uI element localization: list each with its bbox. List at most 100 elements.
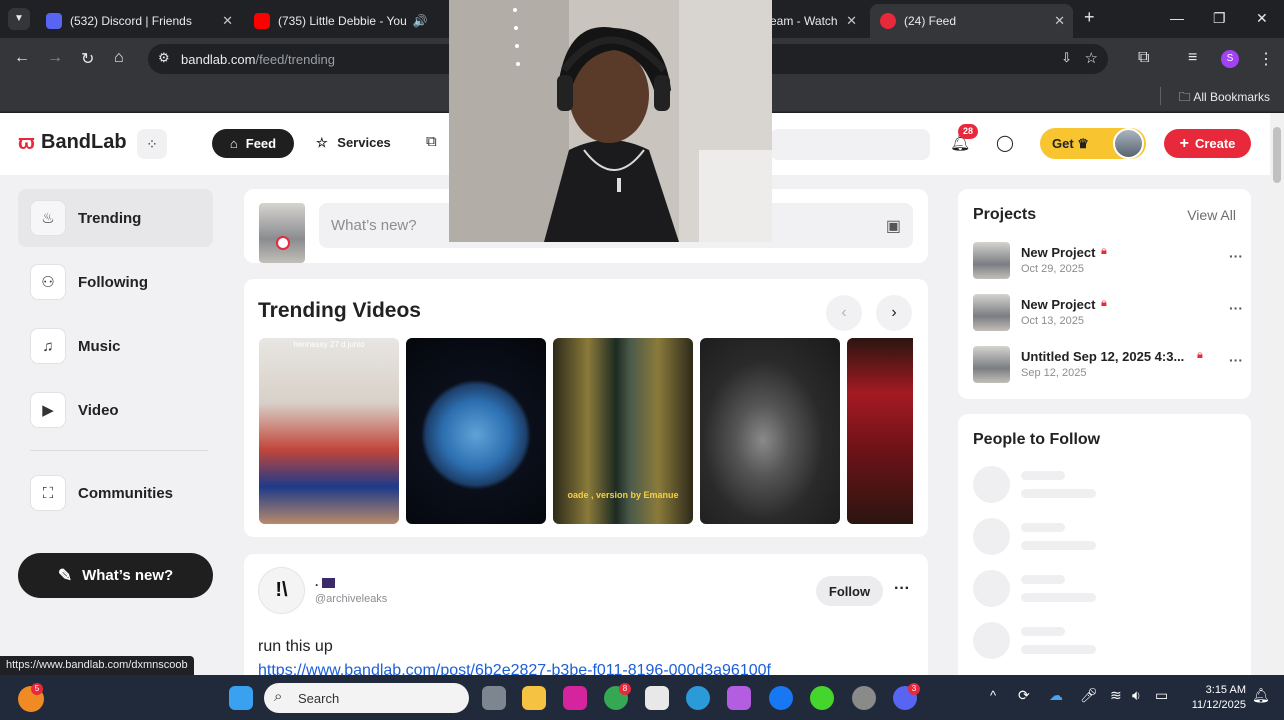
battery-icon[interactable]: ▭: [1155, 687, 1168, 704]
post-author-name[interactable]: .: [315, 575, 335, 589]
project-item[interactable]: Untitled Sep 12, 2025 4:3... 🔒︎ Sep 12, …: [973, 346, 1243, 386]
more-options-icon[interactable]: ···: [1229, 352, 1243, 368]
more-options-icon[interactable]: ···: [1229, 300, 1243, 316]
back-icon[interactable]: ←: [14, 49, 30, 67]
media-control-icon[interactable]: ≡: [1188, 49, 1197, 67]
speaker-icon[interactable]: 🔊: [413, 14, 428, 28]
bookmark-star-icon[interactable]: ☆: [1085, 49, 1098, 67]
sidebar-item-music[interactable]: ♫ Music: [18, 317, 213, 375]
lock-icon: 🔒︎: [1101, 245, 1107, 257]
window-close-icon[interactable]: ✕: [1256, 10, 1268, 27]
tab-discord[interactable]: (532) Discord | Friends ✕: [36, 6, 241, 36]
reload-icon[interactable]: ↻: [81, 49, 94, 69]
project-item[interactable]: New Project 🔒︎ Oct 13, 2025 ···: [973, 294, 1243, 334]
restore-icon[interactable]: ❐: [1213, 10, 1226, 27]
view-all-link[interactable]: View All: [1187, 207, 1236, 223]
tab-feed[interactable]: (24) Feed ✕: [870, 4, 1073, 38]
tray-chevron-icon[interactable]: ^: [990, 688, 996, 703]
scrollbar-thumb[interactable]: [1273, 127, 1281, 183]
notifications-icon[interactable]: 🔔︎: [1252, 687, 1270, 704]
page-scrollbar[interactable]: [1270, 113, 1284, 675]
people-icon: ⚇: [30, 264, 66, 300]
whats-new-button[interactable]: ✎ What’s new?: [18, 553, 213, 598]
sidebar-item-trending[interactable]: ♨ Trending: [18, 189, 213, 247]
video-thumbnail[interactable]: hennessy 27 d junio: [259, 338, 399, 524]
loading-placeholder: [1021, 645, 1096, 654]
profile-avatar[interactable]: S: [1221, 50, 1239, 68]
people-to-follow-card: People to Follow: [958, 414, 1251, 675]
image-icon[interactable]: ▣: [886, 216, 901, 236]
nav-feed-button[interactable]: ⌂ Feed: [212, 129, 294, 158]
post-author-handle[interactable]: @archiveleaks: [315, 593, 387, 605]
blocked-icon: [276, 236, 290, 250]
razer-icon[interactable]: [810, 686, 834, 710]
close-tab-icon[interactable]: ✕: [846, 13, 857, 29]
star-icon: ☆: [316, 135, 328, 150]
post-author-avatar[interactable]: !\: [258, 567, 305, 614]
section-title: Trending Videos: [258, 299, 421, 322]
bandlab-logo[interactable]: ϖ BandLab: [18, 131, 127, 154]
app-icon[interactable]: [852, 686, 876, 710]
all-bookmarks-button[interactable]: 🗀 All Bookmarks: [1179, 88, 1270, 109]
sidebar-item-communities[interactable]: ⛶ Communities: [18, 464, 213, 522]
video-thumbnail[interactable]: [700, 338, 840, 524]
post-link[interactable]: https://www.bandlab.com/post/6b2e2827-b3…: [258, 662, 771, 675]
all-bookmarks-label: All Bookmarks: [1193, 90, 1270, 104]
volume-icon[interactable]: 🔉︎: [1132, 687, 1141, 704]
sync-icon[interactable]: ⟳: [1018, 687, 1030, 704]
task-view-icon[interactable]: [482, 686, 506, 710]
carousel-prev-button[interactable]: ‹: [826, 295, 862, 331]
forward-icon[interactable]: →: [47, 49, 63, 67]
taskbar-clock[interactable]: 3:15 AM 11/12/2025: [1192, 683, 1246, 713]
video-thumbnail[interactable]: [847, 338, 913, 524]
sidebar-item-label: Communities: [78, 484, 174, 502]
wifi-icon[interactable]: ≋: [1110, 687, 1122, 704]
tab-stream[interactable]: eam - Watch ✕: [760, 6, 865, 36]
loading-placeholder: [1021, 627, 1065, 636]
instagram-icon[interactable]: [563, 686, 587, 710]
home-icon[interactable]: ⌂: [114, 49, 124, 67]
sidebar-item-following[interactable]: ⚇ Following: [18, 253, 213, 311]
project-item[interactable]: New Project 🔒︎ Oct 29, 2025 ···: [973, 242, 1243, 282]
more-options-icon[interactable]: ···: [894, 580, 910, 598]
header-search-input[interactable]: [770, 129, 930, 160]
messages-icon[interactable]: ◯: [996, 133, 1014, 153]
copilot-icon[interactable]: [727, 686, 751, 710]
site-info-icon[interactable]: ⚙: [158, 50, 170, 66]
extensions-icon[interactable]: ⧉: [1138, 49, 1149, 67]
store-icon[interactable]: [645, 686, 669, 710]
minimize-icon[interactable]: —: [1170, 10, 1184, 26]
projects-card: Projects View All New Project 🔒︎ Oct 29,…: [958, 189, 1251, 399]
windows-start-icon[interactable]: [229, 686, 253, 710]
sidebar-item-video[interactable]: ▶ Video: [18, 381, 213, 439]
nav-services-button[interactable]: ☆ Services: [316, 135, 391, 151]
video-thumbnail[interactable]: oade , version by Emanue: [553, 338, 693, 524]
facebook-icon[interactable]: [769, 686, 793, 710]
close-tab-icon[interactable]: ✕: [222, 13, 233, 29]
nav-extra-icon[interactable]: ⧉: [426, 133, 437, 150]
edge-icon[interactable]: [686, 686, 710, 710]
onedrive-icon[interactable]: ☁: [1049, 687, 1063, 704]
carousel-next-button[interactable]: ›: [876, 295, 912, 331]
user-avatar[interactable]: [1113, 128, 1144, 159]
tab-youtube[interactable]: (735) Little Debbie - You 🔊: [244, 6, 449, 36]
close-tab-icon[interactable]: ✕: [1054, 13, 1065, 29]
more-options-icon[interactable]: ···: [1229, 248, 1243, 264]
follow-button[interactable]: Follow: [816, 576, 883, 606]
file-explorer-icon[interactable]: [522, 686, 546, 710]
microphone-icon[interactable]: 🎤︎: [1080, 687, 1098, 704]
install-app-icon[interactable]: ⇩: [1061, 50, 1072, 66]
taskbar-search[interactable]: ⌕ Search: [264, 683, 469, 713]
edit-icon: ✎: [57, 565, 73, 585]
project-thumbnail: [973, 294, 1010, 331]
video-caption: oade , version by Emanue: [567, 490, 679, 500]
menu-icon[interactable]: ⋮: [1258, 49, 1274, 69]
lock-icon: 🔒︎: [1101, 297, 1107, 309]
new-tab-icon[interactable]: +: [1084, 7, 1095, 28]
tab-search-button[interactable]: ▼: [8, 8, 30, 30]
video-thumbnail[interactable]: [406, 338, 546, 524]
create-button[interactable]: + Create: [1164, 129, 1251, 158]
apps-grid-icon[interactable]: ⁘: [137, 129, 167, 159]
project-thumbnail: [973, 346, 1010, 383]
loading-placeholder: [973, 466, 1010, 503]
